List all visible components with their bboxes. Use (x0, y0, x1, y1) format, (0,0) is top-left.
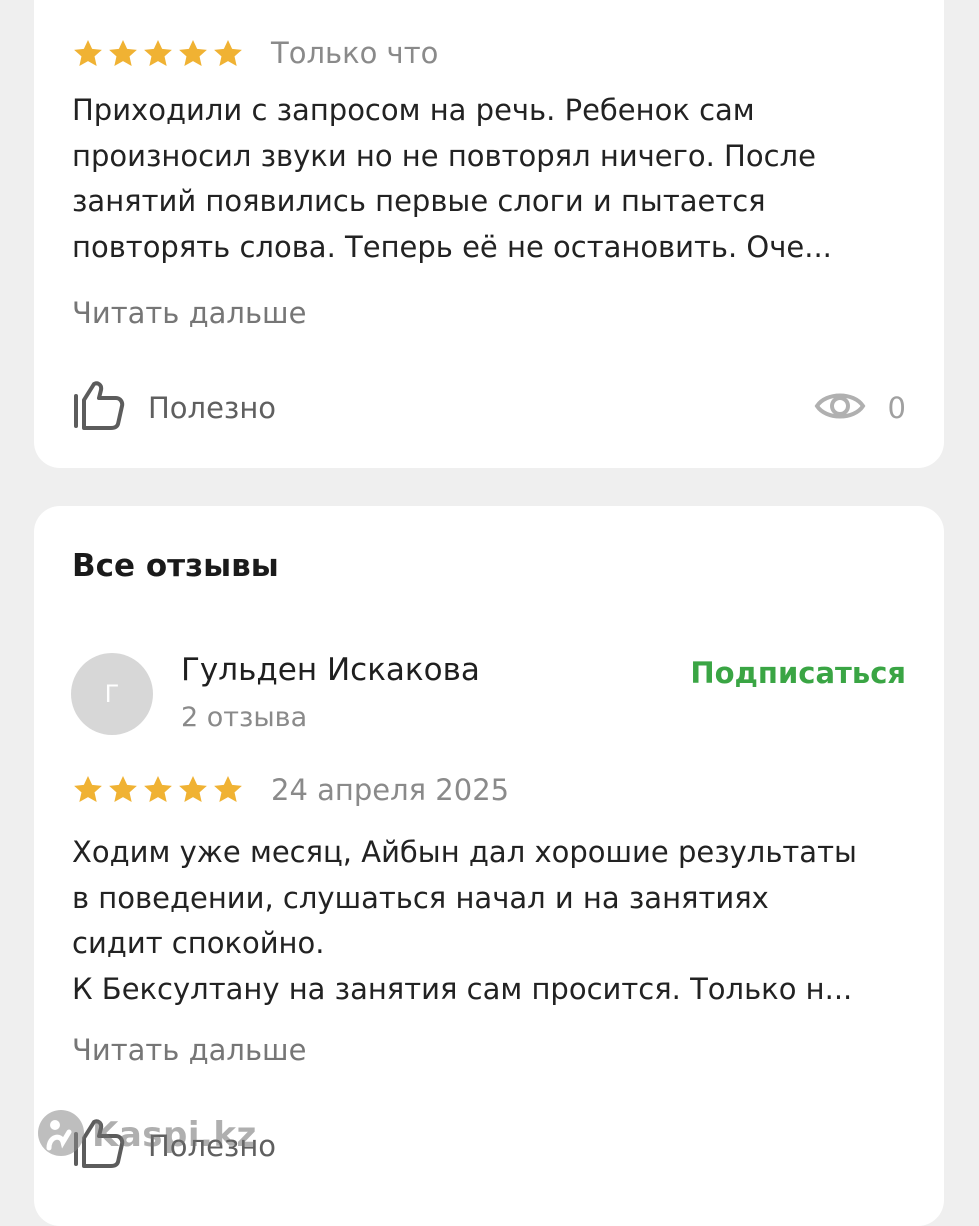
review-text: Ходим уже месяц, Айбын дал хорошие резул… (72, 835, 857, 1006)
review-card-top: Только что Приходили с запросом на речь.… (34, 0, 944, 468)
avatar-initial: Г (104, 680, 120, 708)
useful-label: Полезно (148, 1129, 277, 1163)
useful-button[interactable]: Полезно (72, 380, 276, 436)
eye-icon (814, 384, 866, 432)
review-date: Только что (271, 36, 439, 70)
author-name[interactable]: Гульден Искакова (181, 652, 480, 688)
author-reviews-count: 2 отзыва (181, 702, 308, 733)
views-counter: 0 (814, 384, 906, 432)
rating-stars (72, 38, 244, 70)
star-icon (144, 40, 172, 66)
star-icon (74, 776, 102, 802)
review-date: 24 апреля 2025 (271, 773, 510, 807)
star-icon (109, 40, 137, 66)
star-icon (109, 776, 137, 802)
useful-label: Полезно (148, 391, 277, 425)
star-icon (214, 776, 242, 802)
review-text: Приходили с запросом на речь. Ребенок са… (72, 93, 832, 264)
star-icon (144, 776, 172, 802)
thumbs-up-icon (72, 1118, 126, 1174)
read-more-link[interactable]: Читать дальше (72, 296, 306, 330)
star-icon (74, 40, 102, 66)
thumbs-up-icon (72, 380, 126, 436)
all-reviews-card: Все отзывы Г Гульден Искакова 2 отзыва П… (34, 506, 944, 1226)
star-icon (179, 776, 207, 802)
star-icon (179, 40, 207, 66)
rating-stars (72, 774, 244, 806)
avatar[interactable]: Г (71, 653, 153, 735)
subscribe-button[interactable]: Подписаться (690, 656, 906, 690)
section-title: Все отзывы (72, 548, 279, 584)
read-more-link[interactable]: Читать дальше (72, 1033, 306, 1067)
useful-button[interactable]: Полезно (72, 1118, 276, 1174)
views-count: 0 (887, 391, 906, 425)
star-icon (214, 40, 242, 66)
